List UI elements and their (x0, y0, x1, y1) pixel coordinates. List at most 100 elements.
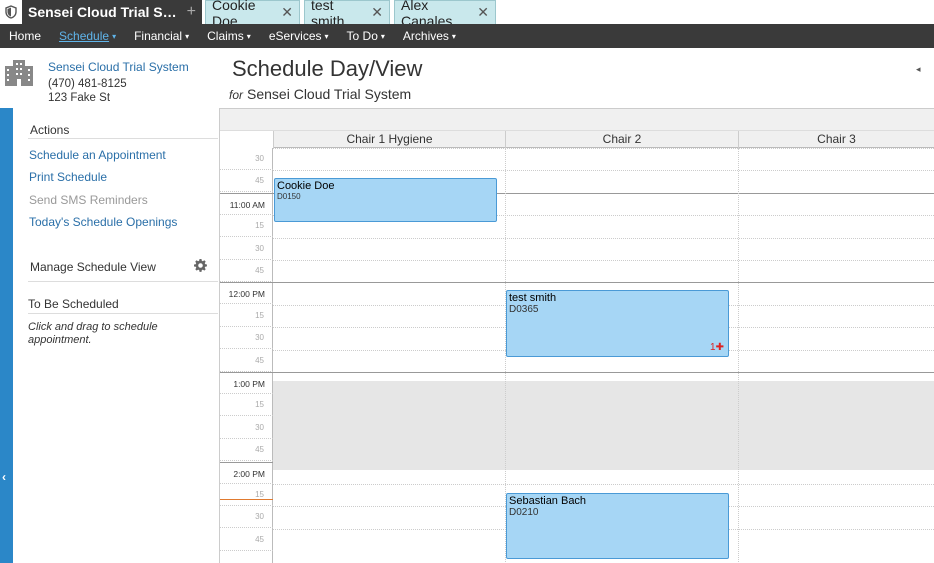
grid-toolbar (220, 109, 934, 131)
time-slot: 45 (220, 170, 273, 192)
tab-patient-cookie-doe[interactable]: Cookie Doe ✕ (205, 0, 300, 29)
appointment-cookie-doe[interactable]: Cookie Doe D0150 (274, 178, 497, 222)
time-label: 45 (255, 176, 264, 185)
tab-patient-alex-canales[interactable]: Alex Canales ✕ (394, 0, 496, 29)
time-slot: 30 (220, 506, 273, 528)
send-sms-reminders-link: Send SMS Reminders (29, 193, 148, 207)
column-header-chair-1: Chair 1 Hygiene (273, 131, 505, 148)
time-column: 30 45 11:00 AM 15 30 45 12:00 PM 15 30 45 1:00 PM 1… (220, 148, 273, 563)
hour-line (273, 372, 934, 373)
appointment-code: D0365 (509, 304, 539, 315)
time-label: 15 (255, 400, 264, 409)
menu-eservices[interactable]: eServices ▾ (260, 24, 338, 48)
divider (28, 313, 218, 314)
schedule-openings-link[interactable]: Today's Schedule Openings (29, 215, 177, 229)
time-label: 45 (255, 356, 264, 365)
time-label: 30 (255, 244, 264, 253)
practice-name-link[interactable]: Sensei Cloud Trial System (48, 60, 189, 74)
blocked-time (273, 381, 934, 470)
time-slot: 30 (220, 417, 273, 439)
building-icon (4, 60, 34, 89)
tab-practice[interactable]: Sensei Cloud Trial Syste... + (22, 0, 202, 24)
appointment-test-smith[interactable]: test smith D0365 1✚ (506, 290, 729, 357)
time-label: 30 (255, 423, 264, 432)
close-icon[interactable]: ✕ (281, 4, 293, 21)
practice-info: Sensei Cloud Trial System (470) 481-8125… (0, 48, 220, 108)
menu-claims[interactable]: Claims ▾ (198, 24, 260, 48)
medical-cross-icon: ✚ (715, 342, 724, 353)
appointment-name: Sebastian Bach (509, 495, 587, 507)
time-label: 15 (255, 490, 264, 499)
practice-address: 123 Fake St (48, 92, 111, 104)
tab-patient-test-smith[interactable]: test smith ✕ (304, 0, 390, 29)
caret-down-icon: ▾ (112, 31, 117, 41)
menu-label: Financial (134, 29, 183, 43)
menu-label: Schedule (59, 29, 110, 43)
time-label: 2:00 PM (233, 469, 265, 479)
to-be-scheduled-note: Click and drag to schedule appointment. (28, 321, 158, 346)
print-schedule-link[interactable]: Print Schedule (29, 170, 107, 184)
menu-todo[interactable]: To Do ▾ (338, 24, 394, 48)
page-subtitle-name: Sensei Cloud Trial System (247, 86, 412, 102)
appointment-code: D0150 (277, 192, 301, 201)
close-icon[interactable]: ✕ (371, 4, 383, 21)
time-label: 30 (255, 512, 264, 521)
divider (28, 281, 218, 282)
appointment-name: test smith (509, 292, 557, 304)
menu-label: Home (9, 29, 42, 43)
page-subtitle: for Sensei Cloud Trial System (229, 86, 411, 102)
column-header-chair-2: Chair 2 (505, 131, 738, 148)
close-icon[interactable]: ✕ (477, 4, 489, 21)
time-slot: 15 (220, 394, 273, 416)
caret-down-icon: ▾ (185, 31, 190, 41)
current-time-indicator (220, 499, 273, 500)
menu-label: eServices (268, 29, 322, 43)
time-slot: 30 (220, 327, 273, 349)
menu-label: To Do (346, 29, 378, 43)
appointment-name: Cookie Doe (277, 180, 335, 192)
slot-line (273, 260, 934, 261)
shield-icon[interactable] (0, 0, 22, 24)
time-slot-hour: 11:00 AM (220, 193, 273, 215)
sidebar-toggle-strip[interactable]: ‹ (0, 108, 13, 563)
time-slot: 45 (220, 260, 273, 282)
caret-down-icon: ▾ (246, 31, 251, 41)
actions-heading: Actions (30, 123, 70, 137)
appointment-code: D0210 (509, 507, 539, 518)
menu-home[interactable]: Home (0, 24, 50, 48)
time-label: 45 (255, 445, 264, 454)
gear-icon[interactable] (194, 259, 207, 275)
menu-archives[interactable]: Archives ▾ (394, 24, 465, 48)
divider (28, 138, 218, 139)
to-be-scheduled-heading: To Be Scheduled (28, 297, 119, 311)
chevron-left-icon[interactable]: ‹ (2, 470, 6, 484)
add-tab-icon[interactable]: + (187, 3, 196, 21)
time-slot: 45 (220, 439, 273, 461)
time-label: 15 (255, 311, 264, 320)
column-headers: Chair 1 Hygiene Chair 2 Chair 3 (273, 131, 934, 148)
time-label: 15 (255, 221, 264, 230)
tab-practice-label: Sensei Cloud Trial Syste... (28, 4, 178, 20)
time-label: 45 (255, 535, 264, 544)
schedule-appointment-link[interactable]: Schedule an Appointment (29, 148, 166, 162)
slot-line (273, 148, 934, 149)
time-slot: 45 (220, 529, 273, 551)
appointment-sebastian-bach[interactable]: Sebastian Bach D0210 (506, 493, 729, 559)
hour-line (273, 282, 934, 283)
time-slot: 15 (220, 484, 273, 506)
tab-strip: Sensei Cloud Trial Syste... + Cookie Doe… (0, 0, 934, 29)
caret-down-icon: ▾ (451, 31, 456, 41)
time-slot: 15 (220, 215, 273, 237)
time-slot: 45 (220, 350, 273, 372)
time-slot-hour: 1:00 PM (220, 372, 273, 394)
menu-label: Archives (402, 29, 449, 43)
time-label: 30 (255, 154, 264, 163)
menu-financial[interactable]: Financial ▾ (125, 24, 198, 48)
menu-schedule[interactable]: Schedule ▾ (50, 24, 125, 48)
time-label: 1:00 PM (233, 379, 265, 389)
time-slot-hour: 2:00 PM (220, 462, 273, 484)
collapse-left-triangle-icon[interactable]: ◂ (916, 64, 921, 75)
slot-line (273, 170, 934, 171)
schedule-body[interactable]: Cookie Doe D0150 test smith D0365 1✚ Seb… (273, 148, 934, 563)
page-subtitle-for: for (229, 88, 244, 102)
